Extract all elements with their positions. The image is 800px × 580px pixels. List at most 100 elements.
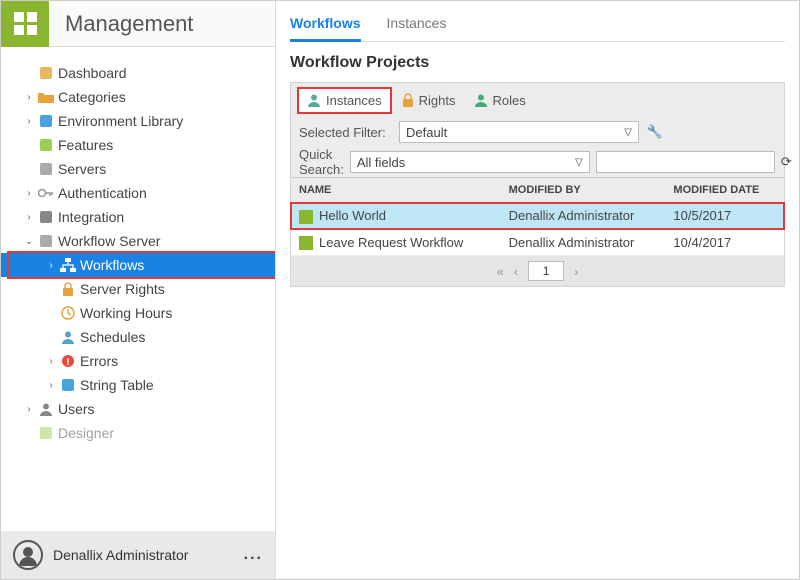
nav-tree: Dashboard›Categories›Environment Library… (1, 47, 275, 531)
workflow-icon (299, 210, 313, 224)
col-name[interactable]: NAME (291, 178, 501, 203)
sidebar-users[interactable]: › Users (1, 397, 275, 421)
selected-filter-label: Selected Filter: (299, 125, 393, 140)
server-grey-icon (35, 234, 57, 248)
sidebar: Management Dashboard›Categories›Environm… (1, 1, 276, 579)
expand-chevron-icon: › (23, 188, 35, 199)
sidebar-item-label: Workflows (79, 257, 144, 273)
sidebar-integration[interactable]: › Integration (1, 205, 275, 229)
sidebar-item-label: Servers (57, 161, 106, 177)
sidebar-errors[interactable]: ›! Errors (1, 349, 275, 373)
sidebar-item-label: Designer (57, 425, 114, 441)
workflow-icon (299, 236, 313, 250)
avatar-icon (13, 540, 43, 570)
sidebar-working-hours[interactable]: Working Hours (1, 301, 275, 325)
quick-search-field-dropdown[interactable]: All fields ▽ (350, 151, 590, 173)
current-user-name: Denallix Administrator (53, 547, 188, 563)
sidebar-item-label: Authentication (57, 185, 147, 201)
lock-icon (402, 93, 414, 107)
workflow-table: NAMEMODIFIED BYMODIFIED DATE Hello World… (291, 177, 784, 256)
pager-next-icon[interactable]: › (574, 264, 578, 279)
panel-tabs: InstancesRightsRoles (291, 83, 784, 117)
wrench-icon[interactable]: 🔧 (645, 124, 665, 140)
main-content: Workflows Instances Workflow Projects Ins… (276, 1, 799, 579)
sidebar-item-label: Dashboard (57, 65, 127, 81)
features-icon (35, 138, 57, 152)
pager: « ‹ › (291, 256, 784, 286)
tab-instances[interactable]: Instances (387, 11, 447, 41)
pager-prev-icon[interactable]: ‹ (514, 264, 518, 279)
expand-chevron-icon: › (23, 212, 35, 223)
pager-first-icon[interactable]: « (497, 264, 504, 279)
server-blue-icon (57, 378, 79, 392)
refresh-icon[interactable]: ⟳ (781, 154, 792, 170)
panel-tab-roles[interactable]: Roles (466, 89, 534, 112)
expand-chevron-icon: › (45, 380, 57, 391)
roles-icon (474, 93, 488, 107)
sidebar-schedules[interactable]: Schedules (1, 325, 275, 349)
sidebar-designer[interactable]: Designer (1, 421, 275, 445)
panel-tab-instances[interactable]: Instances (297, 87, 392, 114)
user-icon (35, 402, 57, 416)
people-icon (57, 330, 79, 344)
page-title: Workflow Projects (290, 54, 785, 72)
sidebar-servers[interactable]: Servers (1, 157, 275, 181)
sidebar-item-label: Server Rights (79, 281, 165, 297)
sidebar-env-library[interactable]: › Environment Library (1, 109, 275, 133)
quick-search-input[interactable] (596, 151, 775, 173)
key-icon (35, 188, 57, 198)
sidebar-item-label: Integration (57, 209, 124, 225)
table-row[interactable]: Leave Request WorkflowDenallix Administr… (291, 229, 784, 256)
sidebar-auth[interactable]: › Authentication (1, 181, 275, 205)
server-grey-icon (35, 162, 57, 176)
sidebar-features[interactable]: Features (1, 133, 275, 157)
chevron-down-icon: ▽ (624, 127, 632, 138)
sidebar-item-label: Categories (57, 89, 126, 105)
expand-chevron-icon: › (23, 404, 35, 415)
sidebar-item-label: Errors (79, 353, 118, 369)
sidebar-dashboard[interactable]: Dashboard (1, 61, 275, 85)
designer-icon (35, 426, 57, 440)
svg-text:!: ! (66, 357, 69, 368)
selected-filter-row: Selected Filter: Default ▽ 🔧 (291, 117, 784, 147)
lock-icon (57, 282, 79, 296)
sidebar-item-label: Users (57, 401, 95, 417)
brand-header: Management (1, 1, 275, 47)
col-modified-date[interactable]: MODIFIED DATE (665, 178, 784, 203)
quick-search-row: Quick Search: All fields ▽ ⟳ (291, 147, 784, 177)
pager-page-input[interactable] (528, 261, 564, 281)
expand-chevron-icon: › (45, 356, 57, 367)
quick-search-label: Quick Search: (299, 147, 344, 177)
sidebar-workflows[interactable]: ›Workflows (1, 253, 275, 277)
selected-filter-dropdown[interactable]: Default ▽ (399, 121, 639, 143)
workflow-panel: InstancesRightsRoles Selected Filter: De… (290, 82, 785, 287)
user-bar[interactable]: Denallix Administrator ... (1, 531, 275, 579)
sidebar-item-label: Environment Library (57, 113, 183, 129)
sidebar-item-label: Schedules (79, 329, 145, 345)
sidebar-server-rights[interactable]: Server Rights (1, 277, 275, 301)
puzzle-icon (35, 210, 57, 224)
dashboard-icon (35, 66, 57, 80)
expand-chevron-icon: › (23, 116, 35, 127)
instances-icon (307, 93, 321, 107)
panel-tab-rights[interactable]: Rights (394, 89, 464, 112)
brand-logo (1, 1, 49, 47)
server-blue-icon (35, 114, 57, 128)
sidebar-item-label: Working Hours (79, 305, 172, 321)
chevron-down-icon: ▽ (575, 157, 583, 168)
brand-title: Management (49, 11, 193, 37)
tab-workflows[interactable]: Workflows (290, 11, 361, 42)
sidebar-item-label: String Table (79, 377, 154, 393)
sidebar-string-table[interactable]: › String Table (1, 373, 275, 397)
user-more-icon[interactable]: ... (244, 546, 263, 564)
col-modified-by[interactable]: MODIFIED BY (501, 178, 666, 203)
main-tabs: Workflows Instances (290, 11, 785, 42)
error-icon: ! (57, 354, 79, 368)
sidebar-categories[interactable]: ›Categories (1, 85, 275, 109)
clock-icon (57, 306, 79, 320)
sidebar-item-label: Workflow Server (57, 233, 160, 249)
table-row[interactable]: Hello WorldDenallix Administrator10/5/20… (291, 203, 784, 230)
sidebar-workflow-server[interactable]: ⌄ Workflow Server (1, 229, 275, 253)
expand-chevron-icon: ⌄ (23, 236, 35, 247)
folder-icon (35, 91, 57, 103)
